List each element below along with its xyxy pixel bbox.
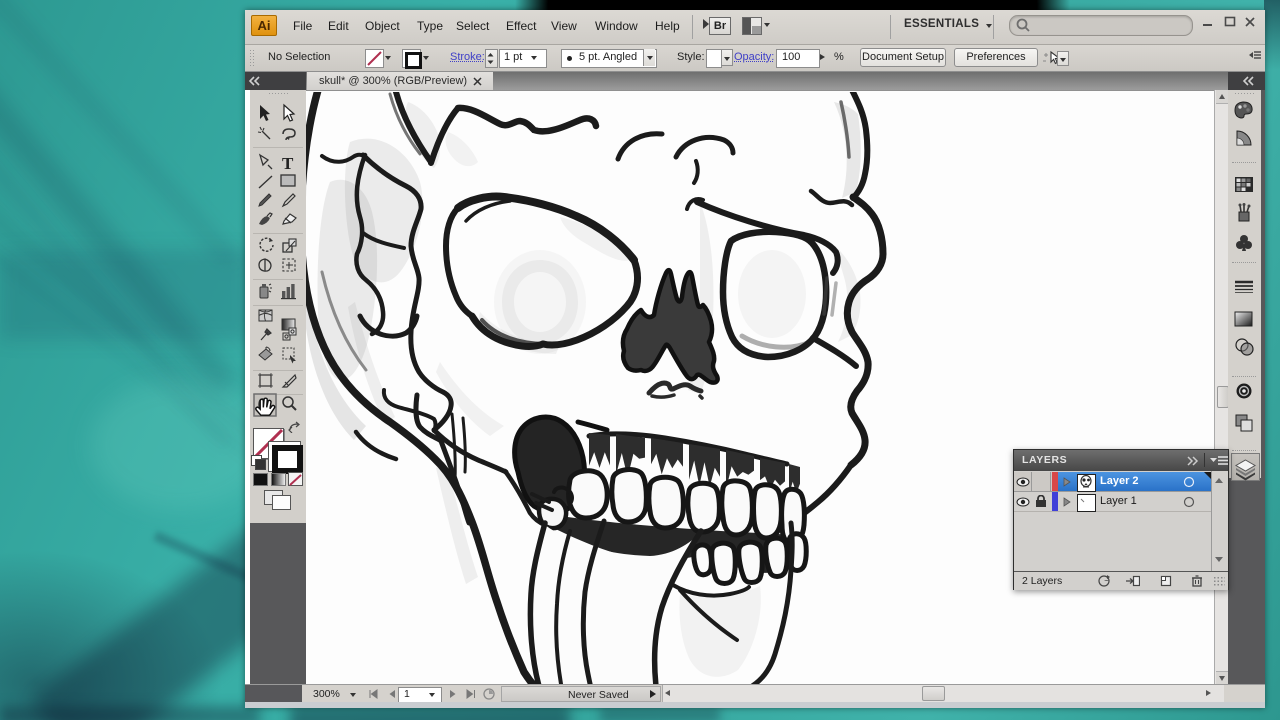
svg-text:T: T [282,154,294,173]
